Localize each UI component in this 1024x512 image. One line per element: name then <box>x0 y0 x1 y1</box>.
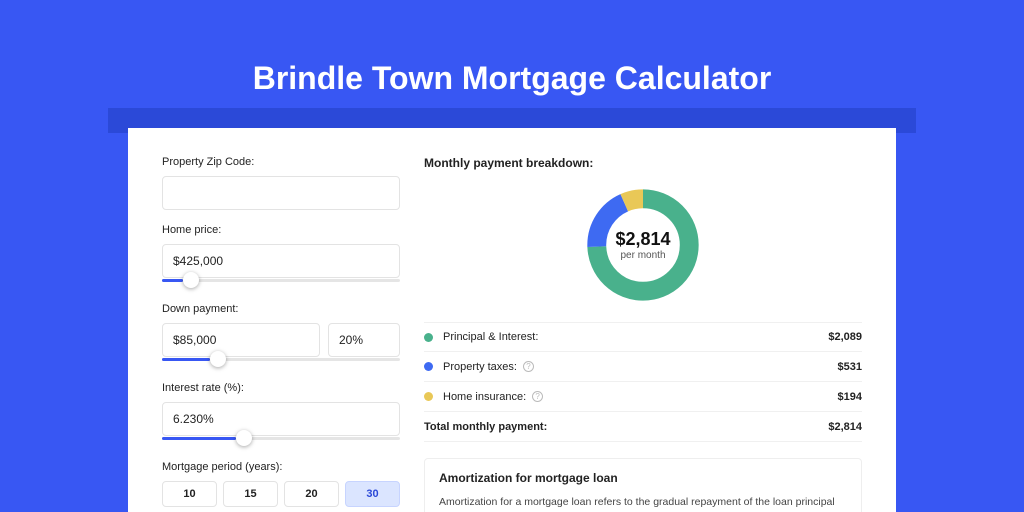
legend-row-principal: Principal & Interest: $2,089 <box>424 322 862 352</box>
legend-label: Principal & Interest: <box>443 331 828 343</box>
page-title: Brindle Town Mortgage Calculator <box>0 0 1024 97</box>
interest-rate-input[interactable] <box>162 402 400 436</box>
interest-rate-field: Interest rate (%): <box>162 382 400 447</box>
info-icon[interactable]: ? <box>523 361 534 372</box>
down-payment-pct-input[interactable] <box>328 323 400 357</box>
legend-label: Home insurance: ? <box>443 391 838 403</box>
period-option-10[interactable]: 10 <box>162 481 217 507</box>
legend-value: $2,089 <box>828 331 862 343</box>
interest-rate-label: Interest rate (%): <box>162 382 400 394</box>
period-options: 10 15 20 30 <box>162 481 400 507</box>
legend-label: Property taxes: ? <box>443 361 838 373</box>
down-payment-field: Down payment: <box>162 303 400 368</box>
breakdown-title: Monthly payment breakdown: <box>424 156 862 170</box>
home-price-label: Home price: <box>162 224 400 236</box>
home-price-input[interactable] <box>162 244 400 278</box>
legend-row-insurance: Home insurance: ? $194 <box>424 382 862 412</box>
amortization-title: Amortization for mortgage loan <box>439 471 847 485</box>
period-field: Mortgage period (years): 10 15 20 30 <box>162 461 400 507</box>
legend-value: $194 <box>838 391 862 403</box>
period-option-20[interactable]: 20 <box>284 481 339 507</box>
total-label: Total monthly payment: <box>424 421 828 433</box>
down-payment-label: Down payment: <box>162 303 400 315</box>
swatch-icon <box>424 392 433 401</box>
donut-chart: $2,814 per month <box>424 184 862 306</box>
amortization-box: Amortization for mortgage loan Amortizat… <box>424 458 862 512</box>
swatch-icon <box>424 333 433 342</box>
legend-row-taxes: Property taxes: ? $531 <box>424 352 862 382</box>
calculator-card: Property Zip Code: Home price: Down paym… <box>128 128 896 512</box>
period-option-15[interactable]: 15 <box>223 481 278 507</box>
period-option-30[interactable]: 30 <box>345 481 400 507</box>
interest-rate-slider[interactable] <box>162 433 400 447</box>
down-payment-slider[interactable] <box>162 354 400 368</box>
info-icon[interactable]: ? <box>532 391 543 402</box>
legend-value: $531 <box>838 361 862 373</box>
home-price-slider[interactable] <box>162 275 400 289</box>
zip-label: Property Zip Code: <box>162 156 400 168</box>
breakdown-column: Monthly payment breakdown: $2,814 per mo… <box>424 156 862 512</box>
inputs-column: Property Zip Code: Home price: Down paym… <box>162 156 400 512</box>
home-price-field: Home price: <box>162 224 400 289</box>
amortization-text: Amortization for a mortgage loan refers … <box>439 495 847 512</box>
zip-input[interactable] <box>162 176 400 210</box>
down-payment-input[interactable] <box>162 323 320 357</box>
total-value: $2,814 <box>828 421 862 433</box>
legend: Principal & Interest: $2,089 Property ta… <box>424 322 862 442</box>
period-label: Mortgage period (years): <box>162 461 400 473</box>
donut-center-sub: per month <box>620 250 665 261</box>
zip-field: Property Zip Code: <box>162 156 400 210</box>
donut-center-value: $2,814 <box>615 229 670 250</box>
swatch-icon <box>424 362 433 371</box>
legend-row-total: Total monthly payment: $2,814 <box>424 412 862 442</box>
